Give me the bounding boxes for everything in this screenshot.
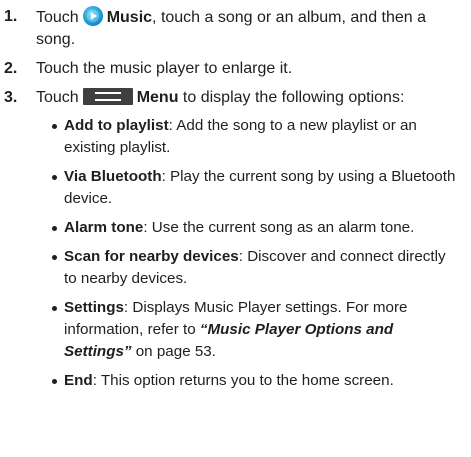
option-term: Add to playlist <box>64 117 169 134</box>
option-term: Via Bluetooth <box>64 168 162 185</box>
option-desc: : This option returns you to the home sc… <box>92 372 394 389</box>
step-post: to display the following options: <box>178 89 405 106</box>
step-number: 2. <box>4 60 18 77</box>
instruction-page: 1. Touch Music, touch a song or an album,… <box>0 0 471 457</box>
option-end: End: This option returns you to the home… <box>52 370 461 392</box>
option-via-bluetooth: Via Bluetooth: Play the current song by … <box>52 166 461 210</box>
option-desc: : Use the current song as an alarm tone. <box>143 219 415 236</box>
step-text: Touch the music player to enlarge it. <box>36 60 293 77</box>
step-pre: Touch <box>36 89 79 106</box>
option-term: Settings <box>64 299 124 316</box>
option-add-to-playlist: Add to playlist: Add the song to a new p… <box>52 115 461 159</box>
music-label: Music <box>106 9 153 26</box>
option-scan-nearby-devices: Scan for nearby devices: Discover and co… <box>52 246 461 290</box>
option-settings: Settings: Displays Music Player settings… <box>52 297 461 363</box>
step-3: 3. Touch Menu to display the following op… <box>0 87 461 392</box>
step-text: Touch Music, touch a song or an album, an… <box>36 6 426 48</box>
step-number: 3. <box>4 89 18 106</box>
step-1: 1. Touch Music, touch a song or an album,… <box>0 6 461 51</box>
options-list: Add to playlist: Add the song to a new p… <box>36 115 461 392</box>
step-pre: Touch <box>36 9 79 26</box>
option-desc-after: on page 53. <box>131 343 216 360</box>
option-term: Alarm tone <box>64 219 144 236</box>
menu-icon <box>82 88 133 105</box>
menu-label: Menu <box>136 89 179 106</box>
option-alarm-tone: Alarm tone: Use the current song as an a… <box>52 217 461 239</box>
option-term: Scan for nearby devices <box>64 248 239 265</box>
music-app-icon <box>82 6 103 26</box>
step-number: 1. <box>4 8 18 25</box>
step-text: Touch Menu to display the following optio… <box>36 88 405 106</box>
option-term: End <box>64 372 93 389</box>
step-2: 2. Touch the music player to enlarge it. <box>0 58 461 80</box>
